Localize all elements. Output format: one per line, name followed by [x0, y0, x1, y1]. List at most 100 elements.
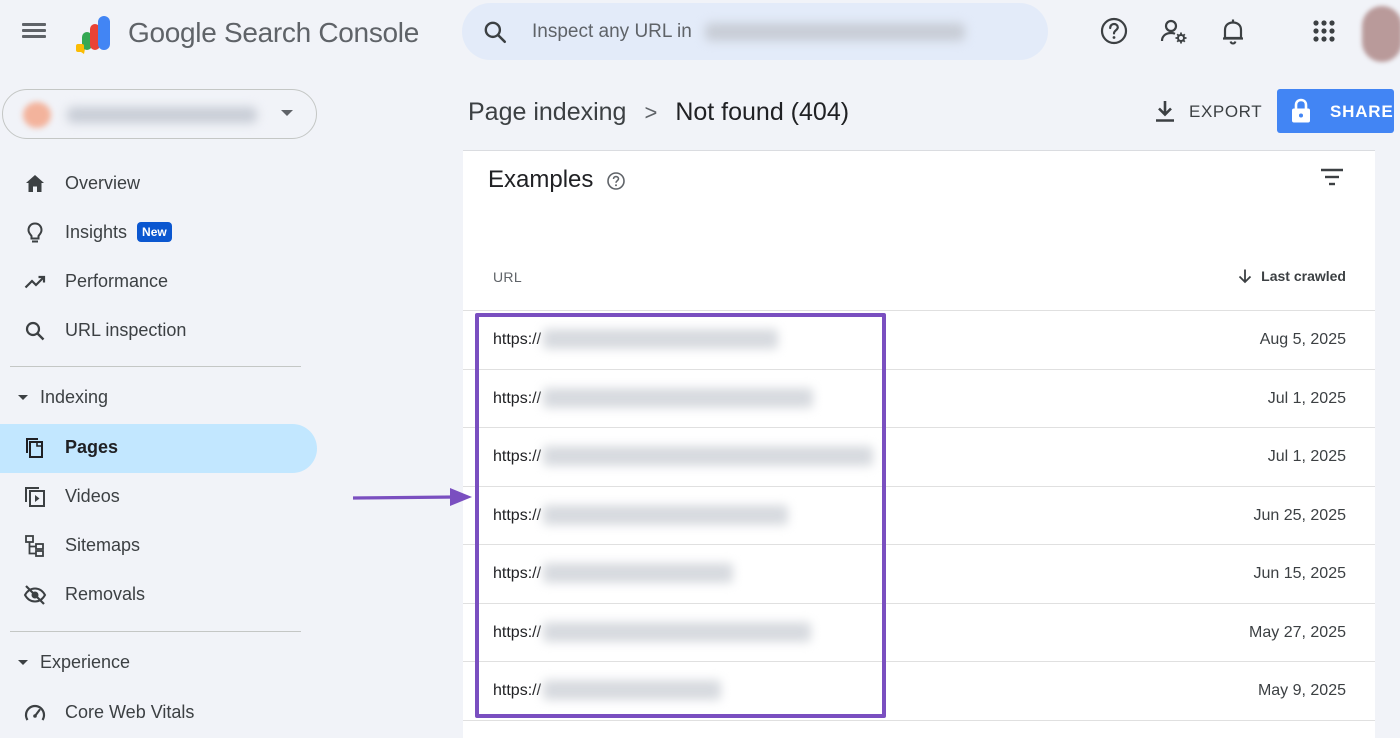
table-row[interactable]: https:// Jul 1, 2025 [463, 370, 1375, 428]
sidebar-item-label: Sitemaps [65, 535, 141, 555]
apps-grid-icon[interactable] [1309, 16, 1339, 46]
new-badge: New [137, 222, 172, 242]
card-title: Examples [488, 166, 594, 193]
redacted-url [543, 680, 721, 700]
sidebar-item-label-wrap: Insights New [65, 222, 172, 243]
redacted-property-name [67, 107, 257, 123]
date-cell: May 9, 2025 [1257, 682, 1346, 699]
sidebar-item-label: Performance [65, 271, 169, 291]
examples-card: Examples URL Last crawled https:// Aug 5… [463, 150, 1375, 738]
sidebar-item-core-web-vitals[interactable]: Core Web Vitals [0, 689, 317, 738]
sidebar-item-label: Core Web Vitals [65, 702, 195, 722]
sidebar-item-insights[interactable]: Insights New [0, 209, 317, 258]
app-title: Google Search Console [128, 17, 419, 48]
lock-icon [1292, 98, 1310, 123]
table-row[interactable]: https:// Jul 1, 2025 [463, 428, 1375, 487]
redacted-url [543, 387, 813, 408]
arrow-down-icon [1239, 269, 1252, 284]
column-header-url[interactable]: URL [493, 269, 522, 285]
date-cell: May 27, 2025 [1249, 623, 1346, 641]
url-cell[interactable]: https:// [493, 448, 541, 466]
redacted-url [543, 621, 811, 642]
url-cell[interactable]: https:// [493, 507, 541, 525]
user-settings-icon[interactable] [1159, 16, 1189, 46]
help-icon[interactable] [1099, 16, 1129, 46]
export-label: EXPORT [1189, 102, 1263, 121]
redacted-url [543, 563, 733, 583]
sidebar-divider [10, 631, 301, 632]
sidebar-item-overview[interactable]: Overview [0, 160, 317, 209]
redacted-property-url [705, 23, 965, 41]
section-title: Experience [40, 652, 131, 672]
sidebar-divider [10, 366, 301, 367]
table-row[interactable]: https:// May 27, 2025 [463, 604, 1375, 662]
section-title: Indexing [40, 387, 109, 407]
section-experience-toggle[interactable]: Experience [0, 644, 317, 684]
filter-icon[interactable] [1319, 166, 1345, 188]
search-icon [25, 321, 45, 341]
video-icon [25, 487, 45, 507]
caret-down-icon [18, 395, 28, 400]
url-cell[interactable]: https:// [493, 331, 541, 349]
chevron-down-icon [281, 110, 293, 116]
speedometer-icon [24, 704, 46, 721]
date-cell: Jul 1, 2025 [1267, 389, 1346, 407]
search-icon [484, 21, 507, 44]
sidebar-item-label: Removals [65, 584, 146, 604]
breadcrumb: Page indexing > Not found (404) [468, 98, 849, 127]
eye-off-icon [23, 585, 47, 605]
property-selector[interactable] [2, 89, 317, 139]
table-row[interactable]: https:// Aug 5, 2025 [463, 311, 1375, 370]
property-favicon [23, 102, 51, 128]
sidebar-item-url-inspection[interactable]: URL inspection [0, 307, 317, 356]
search-console-logo [76, 16, 110, 54]
sidebar-item-performance[interactable]: Performance [0, 258, 317, 307]
sidebar-item-label: Insights [65, 222, 128, 242]
url-cell[interactable]: https:// [493, 682, 541, 700]
download-icon [1156, 101, 1174, 122]
share-button[interactable]: SHARE [1277, 89, 1394, 133]
sidebar-item-label: URL inspection [65, 320, 187, 340]
column-header-last-crawled[interactable]: Last crawled [1237, 268, 1346, 284]
top-bar: Google Search Console Inspect any URL in [0, 0, 1400, 72]
caret-down-icon [18, 660, 28, 665]
table-row[interactable]: https:// Jun 15, 2025 [463, 545, 1375, 604]
date-cell: Aug 5, 2025 [1259, 331, 1346, 348]
date-cell: Jul 1, 2025 [1267, 448, 1346, 465]
table-row[interactable]: https:// Jun 25, 2025 [463, 487, 1375, 545]
home-icon [26, 175, 44, 192]
column-header-label: Last crawled [1261, 268, 1346, 284]
notifications-icon[interactable] [1218, 16, 1248, 46]
sidebar-item-label: Overview [65, 173, 141, 193]
share-label: SHARE [1330, 102, 1394, 121]
redacted-url [543, 446, 873, 466]
annotation-arrow-icon [352, 488, 472, 506]
url-cell[interactable]: https:// [493, 390, 541, 408]
sitemap-icon [25, 535, 44, 557]
trending-up-icon [24, 275, 46, 289]
sidebar-item-removals[interactable]: Removals [0, 571, 317, 620]
search-placeholder: Inspect any URL in [532, 21, 692, 42]
sidebar-item-label: Pages [65, 437, 119, 457]
sidebar-item-label: Videos [65, 486, 120, 506]
sidebar-item-sitemaps[interactable]: Sitemaps [0, 522, 317, 571]
date-cell: Jun 15, 2025 [1253, 565, 1346, 582]
url-cell[interactable]: https:// [493, 624, 541, 642]
pages-icon [26, 438, 43, 458]
url-cell[interactable]: https:// [493, 565, 541, 583]
lightbulb-icon [27, 222, 43, 243]
date-cell: Jun 25, 2025 [1253, 506, 1346, 524]
main-menu-icon[interactable] [22, 20, 48, 44]
sidebar-item-videos[interactable]: Videos [0, 473, 317, 522]
section-indexing-toggle[interactable]: Indexing [0, 379, 317, 419]
help-icon[interactable] [606, 171, 626, 191]
table-row[interactable]: https:// May 9, 2025 [463, 662, 1375, 721]
breadcrumb-parent-link[interactable]: Page indexing [468, 98, 626, 126]
sidebar-item-pages[interactable]: Pages [0, 424, 317, 473]
page-title: Not found (404) [675, 98, 850, 126]
breadcrumb-separator: > [644, 100, 658, 125]
export-button[interactable]: EXPORT [1150, 94, 1262, 130]
redacted-url [543, 504, 788, 525]
account-avatar[interactable] [1362, 6, 1400, 62]
redacted-url [543, 329, 778, 349]
